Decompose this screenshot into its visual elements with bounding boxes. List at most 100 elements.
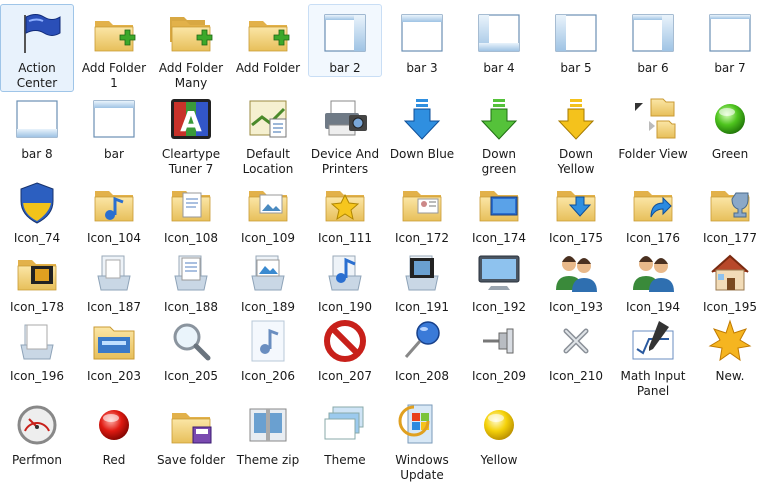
folder-pictures-icon <box>244 179 292 227</box>
icon-item[interactable]: Icon_206 <box>231 312 305 385</box>
icon-item[interactable]: Icon_111 <box>308 174 382 247</box>
icon-item[interactable]: Save folder <box>154 396 228 469</box>
icon-label: Theme <box>324 453 366 467</box>
icon-item[interactable]: Icon_205 <box>154 312 228 385</box>
icon-label: Icon_196 <box>10 369 64 383</box>
icon-item[interactable]: bar <box>77 90 151 163</box>
icon-item[interactable]: Icon_108 <box>154 174 228 247</box>
icon-item[interactable]: Perfmon <box>0 396 74 469</box>
icon-label: bar 4 <box>483 61 515 75</box>
icon-label: Math Input Panel <box>620 369 686 398</box>
window-bar-top-icon <box>398 9 446 57</box>
icon-item[interactable]: Action Center <box>0 4 74 92</box>
icon-item[interactable]: bar 6 <box>616 4 690 77</box>
no-entry-icon <box>321 317 369 365</box>
icon-item[interactable]: Device And Printers <box>308 90 382 178</box>
icon-item[interactable]: Down Blue <box>385 90 459 163</box>
icon-item[interactable]: Icon_191 <box>385 243 459 316</box>
icon-item[interactable]: Red <box>77 396 151 469</box>
icon-item[interactable]: Icon_210 <box>539 312 613 385</box>
icon-label: bar 2 <box>329 61 361 75</box>
starburst-icon <box>706 317 754 365</box>
icon-label: bar 5 <box>560 61 592 75</box>
icon-label: Windows Update <box>395 453 449 482</box>
icon-item[interactable]: bar 4 <box>462 4 536 77</box>
icon-item[interactable]: Windows Update <box>385 396 459 484</box>
icon-item[interactable]: Down Yellow <box>539 90 613 178</box>
icon-item[interactable]: Icon_196 <box>0 312 74 385</box>
icon-item[interactable]: Green <box>693 90 767 163</box>
shield-icon <box>13 179 61 227</box>
icon-item[interactable]: bar 5 <box>539 4 613 77</box>
window-bar-left-icon <box>552 9 600 57</box>
icon-item[interactable]: Icon_209 <box>462 312 536 385</box>
icon-item[interactable]: Icon_109 <box>231 174 305 247</box>
icon-item[interactable]: Icon_189 <box>231 243 305 316</box>
icon-item[interactable]: Icon_74 <box>0 174 74 247</box>
icon-item[interactable]: Icon_174 <box>462 174 536 247</box>
icon-item[interactable]: Icon_188 <box>154 243 228 316</box>
icon-label: Icon_210 <box>549 369 603 383</box>
icon-item[interactable]: bar 8 <box>0 90 74 163</box>
icon-item[interactable]: Icon_192 <box>462 243 536 316</box>
icon-item[interactable]: Theme zip <box>231 396 305 469</box>
library-docs-icon <box>13 317 61 365</box>
icon-item[interactable]: Icon_104 <box>77 174 151 247</box>
math-input-icon <box>629 317 677 365</box>
icon-item[interactable]: New. <box>693 312 767 385</box>
icon-label: Red <box>102 453 126 467</box>
theme-icon <box>321 401 369 449</box>
icon-item[interactable]: Icon_177 <box>693 174 767 247</box>
icon-item[interactable]: Add Folder Many <box>154 4 228 92</box>
window-bar-right-icon <box>321 9 369 57</box>
cleartype-icon: A <box>167 95 215 143</box>
red-orb-icon <box>90 401 138 449</box>
icon-label: Add Folder <box>235 61 301 75</box>
icon-item[interactable]: Icon_203 <box>77 312 151 385</box>
icon-item[interactable]: Icon_190 <box>308 243 382 316</box>
arrow-down-blue-icon <box>398 95 446 143</box>
icon-label: bar 7 <box>714 61 746 75</box>
icon-item[interactable]: Yellow <box>462 396 536 469</box>
icon-item[interactable]: Icon_193 <box>539 243 613 316</box>
icon-item[interactable]: Add Folder 1 <box>77 4 151 92</box>
icon-item[interactable]: Folder View <box>616 90 690 163</box>
icon-item[interactable]: Icon_195 <box>693 243 767 316</box>
icon-item[interactable]: bar 3 <box>385 4 459 77</box>
folder-games-icon <box>706 179 754 227</box>
icon-item[interactable]: bar 2 <box>308 4 382 77</box>
close-x-icon <box>552 317 600 365</box>
save-folder-icon <box>167 401 215 449</box>
icon-item[interactable]: Down green <box>462 90 536 178</box>
icon-item[interactable]: Icon_194 <box>616 243 690 316</box>
icon-label: bar 6 <box>637 61 669 75</box>
icon-item[interactable]: Icon_178 <box>0 243 74 316</box>
icon-item[interactable]: Icon_207 <box>308 312 382 385</box>
library-icon <box>90 248 138 296</box>
icon-grid: Action Center Add Folder 1 Add Folder Ma… <box>0 0 775 489</box>
arrow-down-green-icon <box>475 95 523 143</box>
icon-item[interactable]: Icon_208 <box>385 312 459 385</box>
icon-label: Down Yellow <box>557 147 595 176</box>
icon-item[interactable]: Add Folder <box>231 4 305 77</box>
icon-item[interactable]: Icon_172 <box>385 174 459 247</box>
icon-item[interactable]: Default Location <box>231 90 305 178</box>
pin-side-icon <box>475 317 523 365</box>
icon-label: Icon_207 <box>318 369 372 383</box>
monitor-icon <box>475 248 523 296</box>
window-bar-top-icon <box>90 95 138 143</box>
videos-library-icon <box>398 248 446 296</box>
icon-item[interactable]: A Cleartype Tuner 7 <box>154 90 228 178</box>
icon-item[interactable]: Theme <box>308 396 382 469</box>
folder-desktop-icon <box>475 179 523 227</box>
folder-add-icon <box>90 9 138 57</box>
icon-label: Folder View <box>618 147 688 161</box>
icon-item[interactable]: bar 7 <box>693 4 767 77</box>
icon-label: Perfmon <box>12 453 62 467</box>
magnifier-icon <box>167 317 215 365</box>
music-library-icon <box>321 248 369 296</box>
icon-item[interactable]: Icon_187 <box>77 243 151 316</box>
icon-item[interactable]: Icon_176 <box>616 174 690 247</box>
icon-item[interactable]: Icon_175 <box>539 174 613 247</box>
icon-item[interactable]: Math Input Panel <box>616 312 690 400</box>
